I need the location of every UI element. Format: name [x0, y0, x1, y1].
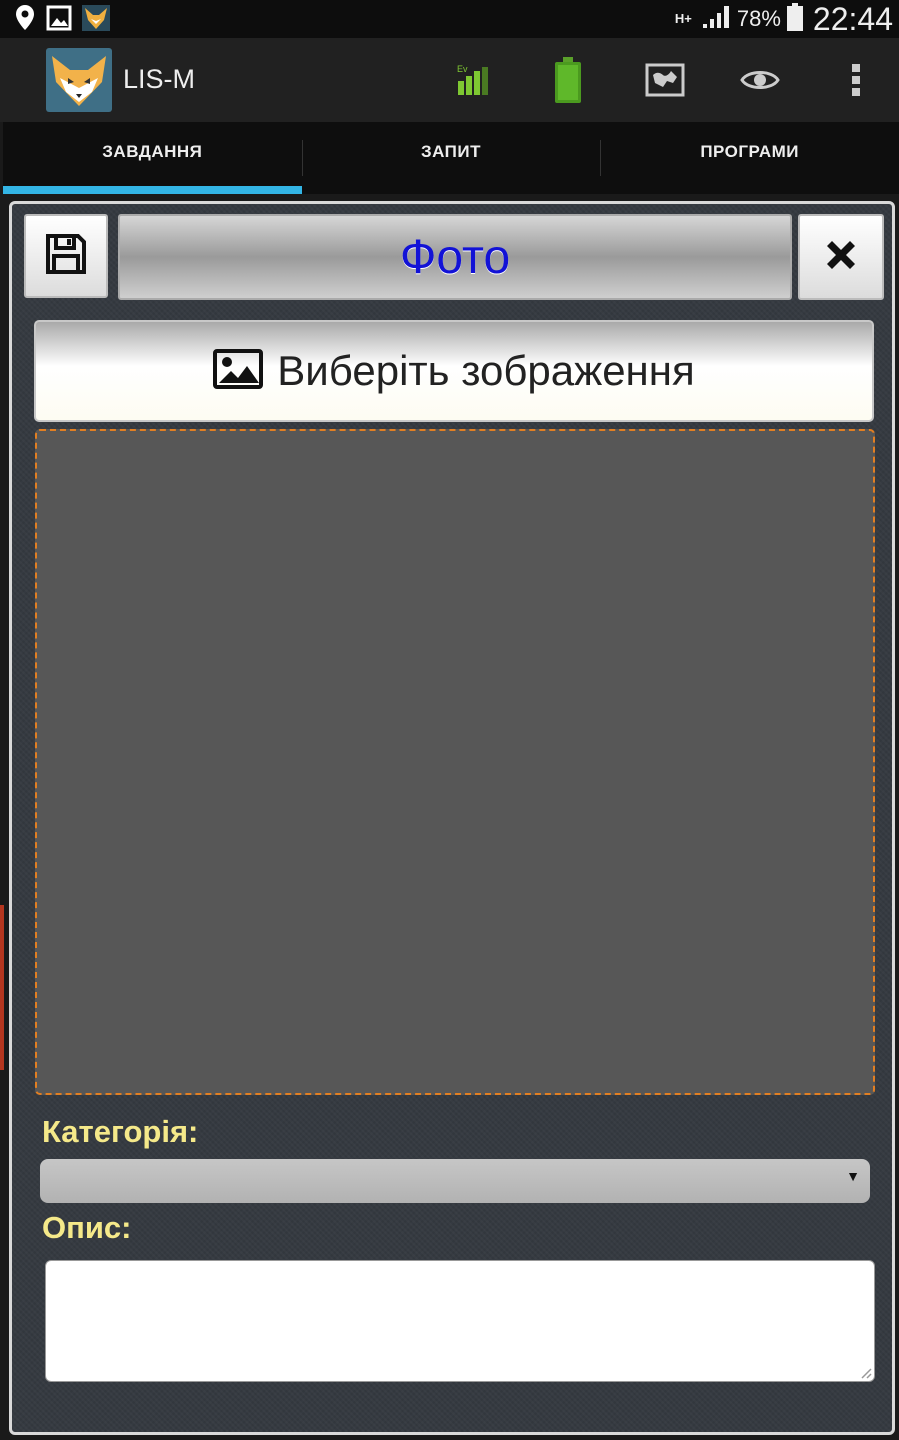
action-bar: LIS-M Ev: [0, 38, 899, 122]
signal-strength-icon: [701, 4, 731, 35]
location-icon: [14, 4, 36, 37]
image-icon: [46, 5, 72, 36]
svg-text:Ev: Ev: [457, 64, 468, 74]
tab-label: ЗАВДАННЯ: [102, 142, 203, 161]
picture-icon: [213, 348, 264, 394]
eye-icon[interactable]: [738, 52, 782, 108]
clock: 22:44: [812, 0, 893, 37]
map-icon[interactable]: [643, 52, 687, 108]
image-preview-area[interactable]: [35, 429, 875, 1095]
battery-icon[interactable]: [553, 52, 583, 108]
dialog-title: Фото: [399, 230, 511, 284]
tab-label: ПРОГРАМИ: [700, 142, 800, 161]
fox-notification-icon: [82, 5, 110, 36]
save-button[interactable]: [24, 214, 108, 298]
battery-percent: 78%: [736, 6, 781, 31]
description-label: Опис:: [42, 1210, 132, 1245]
close-button[interactable]: [798, 214, 884, 300]
tab-programs[interactable]: ПРОГРАМИ: [600, 122, 899, 194]
app-title: LIS-M: [123, 64, 196, 94]
description-field[interactable]: [45, 1260, 875, 1382]
signal-ev-icon[interactable]: Ev: [453, 52, 493, 108]
tab-request[interactable]: ЗАПИТ: [301, 122, 601, 194]
dialog-title-bar: Фото: [118, 214, 792, 300]
network-type-label: H+: [674, 11, 692, 26]
dropdown-arrow-icon: ▼: [846, 1168, 860, 1184]
choose-image-label: Виберіть зображення: [277, 347, 695, 394]
choose-image-button[interactable]: Виберіть зображення: [34, 320, 874, 422]
status-bar: H+ 78% 22:44: [0, 0, 899, 38]
background-edge: [0, 905, 4, 1070]
battery-status-icon: [786, 2, 803, 36]
tab-bar: ЗАВДАННЯ ЗАПИТ ПРОГРАМИ: [3, 122, 899, 194]
resize-grip-icon[interactable]: [860, 1366, 872, 1379]
category-select[interactable]: ▼: [40, 1159, 870, 1203]
close-icon: [823, 237, 859, 278]
overflow-menu-icon[interactable]: [846, 52, 866, 108]
app-logo-icon[interactable]: [46, 48, 112, 112]
category-label: Категорія:: [42, 1114, 199, 1149]
save-icon: [44, 232, 88, 281]
tab-tasks[interactable]: ЗАВДАННЯ: [3, 122, 302, 194]
photo-dialog: Фото Виберіть зображення Категорія: ▼ Оп…: [9, 201, 895, 1435]
tab-label: ЗАПИТ: [420, 142, 482, 161]
